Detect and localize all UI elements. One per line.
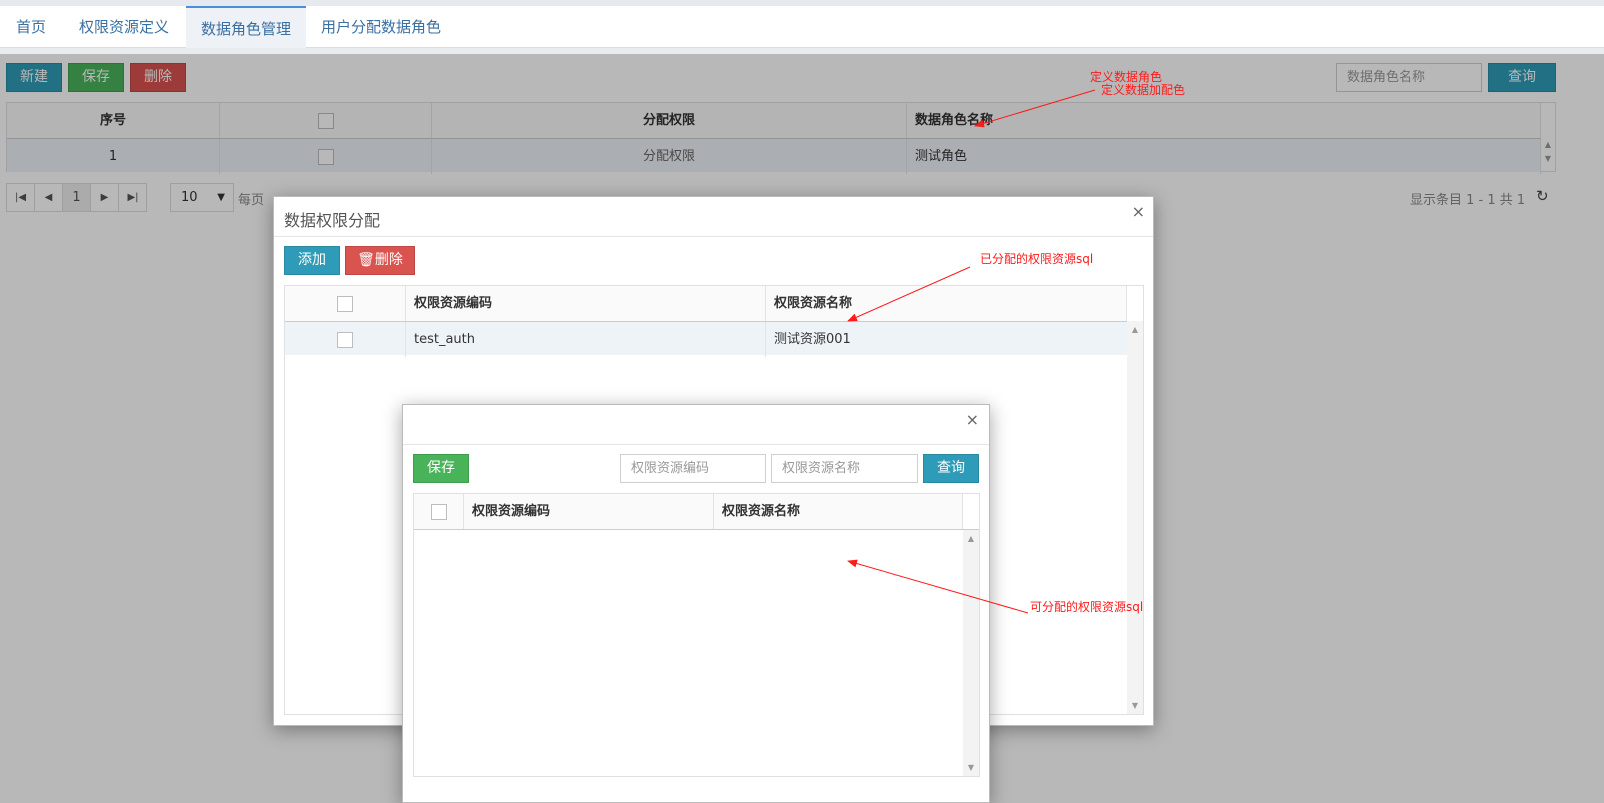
tab-user-role[interactable]: 用户分配数据角色 <box>306 6 456 48</box>
tab-bar: 首页 权限资源定义 数据角色管理 用户分配数据角色 <box>0 6 1604 48</box>
select-all-checkbox[interactable] <box>430 503 447 520</box>
resource-name-input[interactable]: 权限资源名称 <box>771 454 918 483</box>
scroll-up-icon[interactable]: ▲ <box>1127 325 1143 334</box>
column-header-select <box>285 286 406 321</box>
column-header-resource-code: 权限资源编码 <box>406 286 766 321</box>
column-header-select <box>414 494 464 529</box>
resource-code-input[interactable]: 权限资源编码 <box>620 454 766 483</box>
available-resource-table: 权限资源编码 权限资源名称 ▲ ▼ <box>413 493 980 777</box>
annotation-assigned: 已分配的权限资源sql <box>980 252 1094 266</box>
row-select-cell <box>285 322 406 357</box>
column-header-resource-code: 权限资源编码 <box>464 494 714 529</box>
vertical-scrollbar[interactable]: ▲ ▼ <box>1127 321 1143 714</box>
dialog-query-button[interactable]: 查询 <box>923 454 979 483</box>
column-header-resource-name: 权限资源名称 <box>714 494 963 529</box>
dialog-delete-label: 删除 <box>374 252 403 268</box>
dialog-delete-button[interactable]: 🗑删除 <box>345 246 415 275</box>
close-icon[interactable]: × <box>1132 202 1145 221</box>
vertical-scrollbar[interactable]: ▲ ▼ <box>963 530 979 776</box>
trash-icon: 🗑 <box>357 252 375 268</box>
select-all-checkbox[interactable] <box>337 295 353 312</box>
scroll-up-icon[interactable]: ▲ <box>963 534 979 543</box>
scroll-down-icon[interactable]: ▼ <box>1127 701 1143 710</box>
divider <box>403 444 989 445</box>
dialog-title: 数据权限分配 <box>284 211 381 230</box>
annotation-role-2: 定义数据加配色 <box>1101 83 1186 97</box>
tab-home[interactable]: 首页 <box>0 6 62 48</box>
close-icon[interactable]: × <box>966 410 979 429</box>
header-divider <box>414 529 979 530</box>
column-header-resource-name: 权限资源名称 <box>766 286 1127 321</box>
row-checkbox[interactable] <box>337 331 353 348</box>
tab-permission-resource[interactable]: 权限资源定义 <box>62 6 186 48</box>
row-resource-name: 测试资源001 <box>774 332 851 347</box>
annotation-available: 可分配的权限资源sql <box>1030 600 1144 614</box>
row-resource-code: test_auth <box>406 322 766 357</box>
divider <box>274 236 1153 237</box>
resource-select-dialog: × 保存 权限资源编码 权限资源名称 查询 权限资源编码 权限资源名称 ▲ ▼ <box>402 404 990 803</box>
tab-data-role[interactable]: 数据角色管理 <box>186 6 306 48</box>
scroll-down-icon[interactable]: ▼ <box>963 763 979 772</box>
table-row[interactable]: test_auth 测试资源001 <box>285 321 1127 357</box>
dialog-save-button[interactable]: 保存 <box>413 454 469 483</box>
add-button[interactable]: 添加 <box>284 246 340 275</box>
